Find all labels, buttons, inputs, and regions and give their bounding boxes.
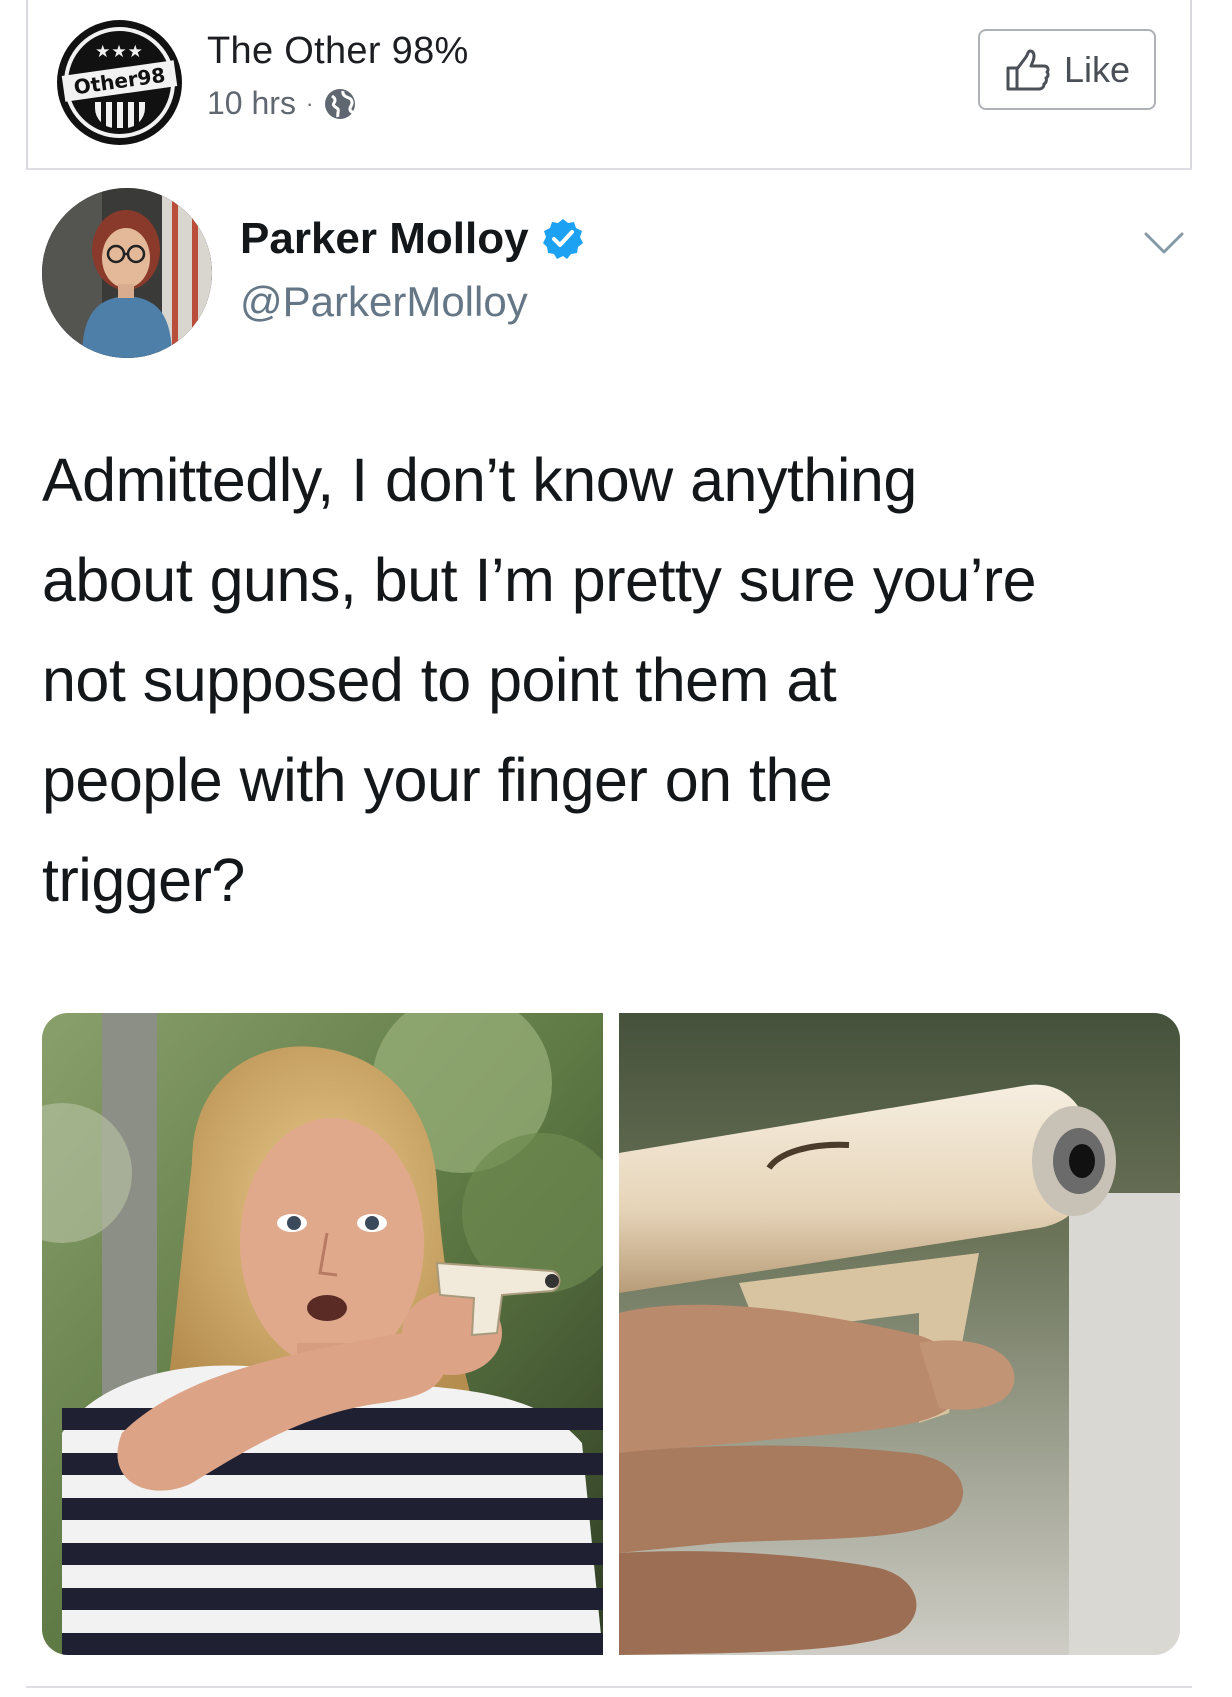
tweet-author-handle[interactable]: @ParkerMolloy xyxy=(240,278,528,326)
tweet-text-line: not supposed to point them at xyxy=(42,646,837,714)
chevron-down-icon[interactable] xyxy=(1142,228,1186,258)
globe-icon[interactable] xyxy=(323,87,357,121)
author-photo xyxy=(42,188,212,358)
avatar-stars: ★★★ xyxy=(95,42,144,62)
tweet-author-row: Parker Molloy xyxy=(240,214,585,264)
tweet-author-name[interactable]: Parker Molloy xyxy=(240,214,529,264)
like-button-label: Like xyxy=(1063,48,1131,90)
tweet-text-line: people with your finger on the xyxy=(42,746,833,814)
thumbs-up-icon xyxy=(1006,49,1050,90)
meta-separator: · xyxy=(305,90,314,116)
tweet-text-line: trigger? xyxy=(42,846,245,914)
tweet-text: Admittedly, I don’t know anything about … xyxy=(42,430,1192,930)
post-bottom-divider xyxy=(26,1686,1192,1688)
tweet-text-line: about guns, but I’m pretty sure you’re xyxy=(42,546,1037,614)
post-meta: 10 hrs · xyxy=(207,85,357,122)
verified-badge-icon xyxy=(542,219,583,259)
tweet-author-avatar[interactable] xyxy=(42,188,212,358)
tweet-text-line: Admittedly, I don’t know anything xyxy=(42,446,917,514)
photo-woman-with-pistol xyxy=(42,1013,603,1655)
post-timestamp[interactable]: 10 hrs xyxy=(207,85,296,122)
like-page-button[interactable]: Like xyxy=(978,29,1156,110)
tweet-media-image-1[interactable] xyxy=(42,1013,603,1655)
page-avatar[interactable]: ★★★ Other98 xyxy=(57,20,182,145)
page-name[interactable]: The Other 98% xyxy=(207,30,469,73)
photo-pistol-closeup xyxy=(619,1013,1180,1655)
tweet-media-image-2[interactable] xyxy=(619,1013,1180,1655)
